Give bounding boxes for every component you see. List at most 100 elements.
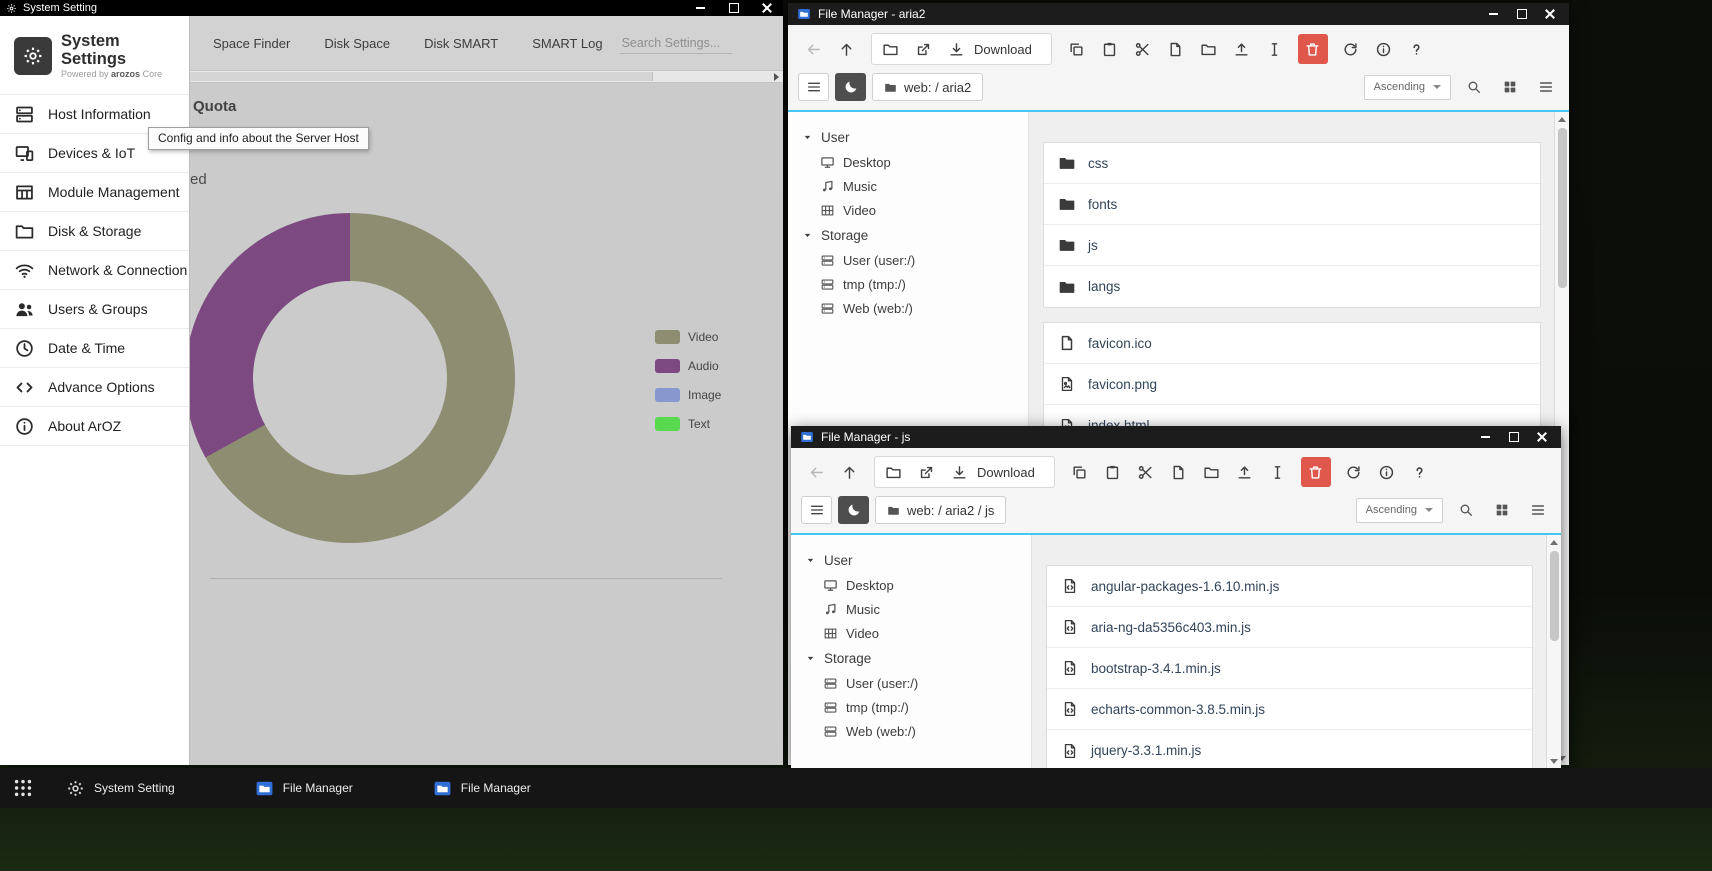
download-button[interactable]: Download <box>974 465 1051 480</box>
up-button[interactable] <box>831 34 861 64</box>
refresh-button[interactable] <box>1336 34 1366 64</box>
refresh-button[interactable] <box>1339 457 1369 487</box>
tree-item[interactable]: Storage <box>788 222 1028 248</box>
new-file-button[interactable] <box>1161 34 1191 64</box>
file-row[interactable]: aria-ng-da5356c403.min.js <box>1047 607 1532 648</box>
tree-item[interactable]: User <box>788 124 1028 150</box>
list-view-button[interactable] <box>1525 497 1551 523</box>
tree-item[interactable]: Web (web:/) <box>788 296 1028 320</box>
scrollbar-thumb[interactable] <box>1558 128 1567 288</box>
maximize-button[interactable] <box>1507 431 1520 444</box>
tree-item[interactable]: User <box>791 547 1031 573</box>
scrollbar-thumb[interactable] <box>190 72 653 81</box>
sort-order-select[interactable]: Ascending <box>1364 75 1451 100</box>
taskbar-item[interactable]: File Manager <box>255 779 353 798</box>
app-launcher-button[interactable] <box>8 773 38 803</box>
minimize-button[interactable] <box>1487 8 1500 21</box>
tree-item[interactable]: tmp (tmp:/) <box>788 272 1028 296</box>
folder-row[interactable]: css <box>1044 143 1540 184</box>
upload-button[interactable] <box>1227 34 1257 64</box>
copy-button[interactable] <box>1065 457 1095 487</box>
file-row[interactable]: echarts-common-3.8.5.min.js <box>1047 689 1532 730</box>
maximize-button[interactable] <box>1515 8 1528 21</box>
sidebar-item[interactable]: Users & Groups <box>0 290 189 329</box>
tree-item[interactable]: Storage <box>791 645 1031 671</box>
vertical-scrollbar[interactable] <box>1546 535 1561 768</box>
rename-button[interactable] <box>1263 457 1293 487</box>
new-folder-button[interactable] <box>1194 34 1224 64</box>
sidebar-item[interactable]: Disk & Storage <box>0 212 189 251</box>
tree-item[interactable]: Desktop <box>788 150 1028 174</box>
search-input[interactable] <box>620 33 732 54</box>
scroll-up-arrow-icon[interactable] <box>1555 112 1569 126</box>
file-row[interactable]: angular-packages-1.6.10.min.js <box>1047 566 1532 607</box>
copy-button[interactable] <box>1062 34 1092 64</box>
search-button[interactable] <box>1461 74 1487 100</box>
sidebar-item[interactable]: Module Management <box>0 173 189 212</box>
rename-button[interactable] <box>1260 34 1290 64</box>
folder-row[interactable]: js <box>1044 225 1540 266</box>
info-button[interactable] <box>1372 457 1402 487</box>
file-row[interactable]: favicon.ico <box>1044 323 1540 364</box>
paste-button[interactable] <box>1098 457 1128 487</box>
minimize-button[interactable] <box>1479 431 1492 444</box>
tree-item[interactable]: Music <box>791 597 1031 621</box>
close-button[interactable] <box>1535 431 1548 444</box>
folder-row[interactable]: fonts <box>1044 184 1540 225</box>
back-button[interactable] <box>801 457 831 487</box>
delete-button[interactable] <box>1301 457 1331 487</box>
window-titlebar[interactable]: File Manager - js <box>791 426 1561 448</box>
file-row[interactable]: jquery-3.3.1.min.js <box>1047 730 1532 768</box>
menu-button[interactable] <box>801 496 832 524</box>
close-button[interactable] <box>1543 8 1556 21</box>
open-external-button[interactable] <box>908 34 938 64</box>
sidebar-item[interactable]: Network & Connection <box>0 251 189 290</box>
settings-tab[interactable]: Space Finder <box>196 16 307 70</box>
folder-row[interactable]: langs <box>1044 266 1540 307</box>
open-folder-button[interactable] <box>875 34 905 64</box>
settings-tab[interactable]: Disk SMART <box>407 16 515 70</box>
upload-button[interactable] <box>1230 457 1260 487</box>
scroll-right-arrow-icon[interactable] <box>769 71 783 82</box>
new-file-button[interactable] <box>1164 457 1194 487</box>
close-button[interactable] <box>760 2 773 15</box>
horizontal-scrollbar[interactable] <box>190 70 783 83</box>
dark-mode-toggle[interactable] <box>838 496 869 524</box>
minimize-button[interactable] <box>694 2 707 15</box>
file-row[interactable]: favicon.png <box>1044 364 1540 405</box>
tree-item[interactable]: Video <box>791 621 1031 645</box>
help-button[interactable] <box>1402 34 1432 64</box>
file-row[interactable]: bootstrap-3.4.1.min.js <box>1047 648 1532 689</box>
paste-button[interactable] <box>1095 34 1125 64</box>
cut-button[interactable] <box>1128 34 1158 64</box>
settings-tab[interactable]: SMART Log <box>515 16 619 70</box>
new-folder-button[interactable] <box>1197 457 1227 487</box>
scroll-down-arrow-icon[interactable] <box>1547 754 1561 768</box>
sidebar-item[interactable]: Date & Time <box>0 329 189 368</box>
scroll-up-arrow-icon[interactable] <box>1547 535 1561 549</box>
settings-tab[interactable]: Disk Space <box>307 16 407 70</box>
info-button[interactable] <box>1369 34 1399 64</box>
window-titlebar[interactable]: System Setting <box>0 0 783 16</box>
sidebar-item[interactable]: About ArOZ <box>0 407 189 446</box>
cut-button[interactable] <box>1131 457 1161 487</box>
tree-item[interactable]: Music <box>788 174 1028 198</box>
dark-mode-toggle[interactable] <box>835 73 866 101</box>
tree-item[interactable]: Video <box>788 198 1028 222</box>
open-folder-button[interactable] <box>878 457 908 487</box>
breadcrumb[interactable]: web: / aria2 / js <box>875 496 1006 524</box>
tree-item[interactable]: User (user:/) <box>791 671 1031 695</box>
scrollbar-thumb[interactable] <box>1550 551 1559 641</box>
sidebar-item[interactable]: Advance Options <box>0 368 189 407</box>
download-icon-button[interactable] <box>944 457 974 487</box>
delete-button[interactable] <box>1298 34 1328 64</box>
open-external-button[interactable] <box>911 457 941 487</box>
up-button[interactable] <box>834 457 864 487</box>
tree-item[interactable]: Desktop <box>791 573 1031 597</box>
download-icon-button[interactable] <box>941 34 971 64</box>
tree-item[interactable]: tmp (tmp:/) <box>791 695 1031 719</box>
grid-view-button[interactable] <box>1497 74 1523 100</box>
breadcrumb[interactable]: web: / aria2 <box>872 73 983 101</box>
sort-order-select[interactable]: Ascending <box>1356 498 1443 523</box>
taskbar-item[interactable]: File Manager <box>433 779 531 798</box>
